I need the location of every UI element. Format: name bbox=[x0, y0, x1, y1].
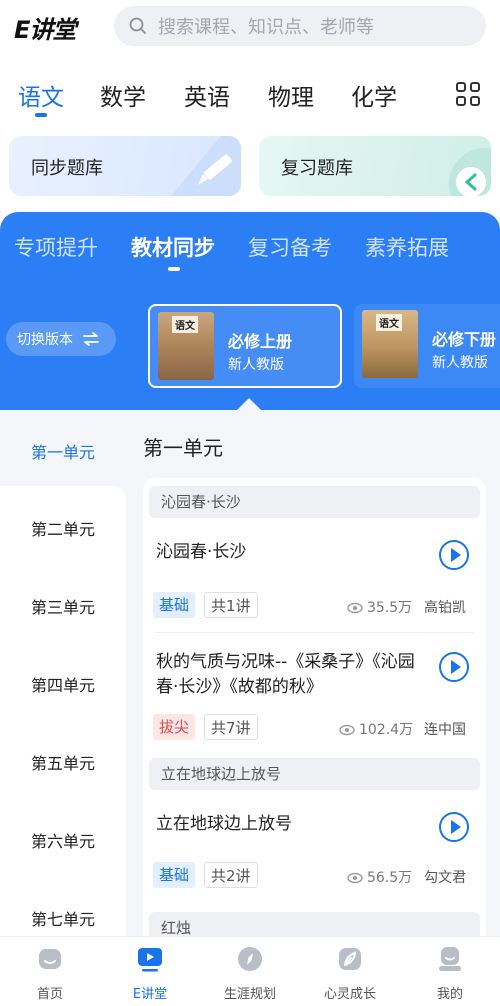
tab-physics[interactable]: 物理 bbox=[268, 78, 314, 112]
tab-literacy-expansion[interactable]: 素养拓展 bbox=[365, 232, 449, 262]
swap-icon bbox=[83, 332, 99, 346]
tab-chinese[interactable]: 语文 bbox=[18, 78, 64, 112]
view-count: 102.4万 bbox=[339, 719, 413, 739]
level-badge: 拔尖 bbox=[153, 714, 196, 740]
book-title: 必修下册 bbox=[432, 330, 497, 349]
grid-menu-icon[interactable] bbox=[456, 82, 482, 108]
nav-career-planning[interactable]: 生涯规划 bbox=[200, 937, 300, 1006]
teacher-name: 勾文君 bbox=[424, 870, 466, 886]
switch-version-button[interactable]: 切换版本 bbox=[6, 322, 116, 356]
search-input[interactable]: 搜索课程、知识点、老师等 bbox=[114, 6, 486, 46]
lesson-title[interactable]: 沁园春·长沙 bbox=[156, 540, 428, 565]
unit-item-6[interactable]: 第六单元 bbox=[0, 828, 126, 852]
book-cover-image: 语文 bbox=[158, 312, 214, 380]
nav-e-lecture[interactable]: E讲堂 bbox=[100, 937, 200, 1006]
selected-book-pointer bbox=[237, 398, 261, 410]
view-count: 56.5万 bbox=[347, 867, 412, 887]
play-icon[interactable] bbox=[439, 652, 469, 682]
unit-item-1[interactable]: 第一单元 bbox=[0, 439, 126, 463]
lecture-count: 共7讲 bbox=[204, 714, 258, 740]
tab-math[interactable]: 数学 bbox=[100, 78, 146, 112]
unit-item-3[interactable]: 第三单元 bbox=[0, 594, 126, 618]
unit-item-4[interactable]: 第四单元 bbox=[0, 672, 126, 696]
play-icon[interactable] bbox=[439, 540, 469, 570]
lesson-title[interactable]: 立在地球边上放号 bbox=[156, 812, 428, 837]
app-logo: E讲堂 bbox=[14, 16, 76, 44]
book-title: 必修上册 bbox=[228, 332, 293, 351]
unit-item-7[interactable]: 第七单元 bbox=[0, 906, 126, 930]
cover-title: 语文 bbox=[172, 316, 198, 333]
book-edition: 新人教版 bbox=[432, 355, 488, 371]
textbook-panel: 专项提升 教材同步 复习备考 素养拓展 切换版本 语文 必修上册 新人教版 语文… bbox=[0, 212, 500, 422]
teacher-name: 连中国 bbox=[424, 722, 466, 738]
sync-bank-label: 同步题库 bbox=[31, 158, 103, 179]
subject-tab-indicator bbox=[35, 113, 47, 117]
cover-title: 语文 bbox=[376, 314, 402, 331]
search-icon bbox=[129, 17, 146, 34]
lecture-count: 共2讲 bbox=[204, 862, 258, 888]
bottom-nav: 首页 E讲堂 生涯规划 心灵成长 我的 bbox=[0, 936, 500, 1006]
eye-icon bbox=[339, 724, 355, 736]
section-title: 第一单元 bbox=[143, 436, 223, 460]
category-tab-indicator bbox=[168, 267, 180, 271]
eye-icon bbox=[347, 602, 363, 614]
pencil-icon bbox=[171, 136, 241, 196]
sync-bank-button[interactable]: 同步题库 bbox=[9, 136, 241, 196]
nav-home[interactable]: 首页 bbox=[0, 937, 100, 1006]
unit-item-2[interactable]: 第二单元 bbox=[0, 516, 126, 540]
user-icon bbox=[439, 947, 461, 971]
leaf-icon bbox=[339, 948, 361, 970]
tab-english[interactable]: 英语 bbox=[184, 78, 230, 112]
group-header: 沁园春·长沙 bbox=[149, 486, 480, 518]
lesson-list: 沁园春·长沙 沁园春·长沙 基础 共1讲 35.5万 高铂凯 秋的气质与况味--… bbox=[143, 478, 486, 948]
unit-item-5[interactable]: 第五单元 bbox=[0, 750, 126, 774]
level-badge: 基础 bbox=[153, 592, 196, 618]
compass-icon bbox=[238, 947, 262, 971]
unit-sidebar: 第一单元 第二单元 第三单元 第四单元 第五单元 第六单元 第七单元 bbox=[0, 410, 126, 946]
subject-tabs: 语文 数学 英语 物理 化学 bbox=[0, 72, 500, 122]
unit-content: 第一单元 第二单元 第三单元 第四单元 第五单元 第六单元 第七单元 第一单元 … bbox=[0, 410, 500, 948]
eye-icon bbox=[347, 872, 363, 884]
book-cover-image: 语文 bbox=[362, 310, 418, 378]
level-badge: 基础 bbox=[153, 862, 196, 888]
tab-chemistry[interactable]: 化学 bbox=[351, 78, 397, 112]
tab-review-prep[interactable]: 复习备考 bbox=[248, 232, 332, 262]
review-bank-label: 复习题库 bbox=[281, 158, 353, 179]
app-header: E讲堂 搜索课程、知识点、老师等 bbox=[0, 0, 500, 56]
teacher-name: 高铂凯 bbox=[424, 600, 466, 616]
tab-special-improvement[interactable]: 专项提升 bbox=[14, 232, 98, 262]
book-edition: 新人教版 bbox=[228, 357, 284, 373]
book-compulsory-1[interactable]: 语文 必修上册 新人教版 bbox=[148, 304, 342, 388]
play-icon[interactable] bbox=[439, 812, 469, 842]
back-arrow-icon bbox=[449, 148, 491, 196]
home-icon bbox=[39, 949, 61, 969]
review-bank-button[interactable]: 复习题库 bbox=[259, 136, 491, 196]
lecture-count: 共1讲 bbox=[204, 592, 258, 618]
view-count: 35.5万 bbox=[347, 597, 412, 617]
search-placeholder: 搜索课程、知识点、老师等 bbox=[158, 17, 374, 38]
nav-mental-growth[interactable]: 心灵成长 bbox=[300, 937, 400, 1006]
tab-textbook-sync[interactable]: 教材同步 bbox=[131, 232, 215, 262]
book-compulsory-2[interactable]: 语文 必修下册 新人教版 bbox=[354, 304, 500, 388]
group-header: 立在地球边上放号 bbox=[149, 758, 480, 790]
nav-profile[interactable]: 我的 bbox=[400, 937, 500, 1006]
video-play-icon bbox=[138, 948, 162, 972]
switch-version-label: 切换版本 bbox=[17, 332, 73, 348]
lesson-title[interactable]: 秋的气质与况味--《采桑子》《沁园春·长沙》《故都的秋》 bbox=[156, 650, 428, 700]
